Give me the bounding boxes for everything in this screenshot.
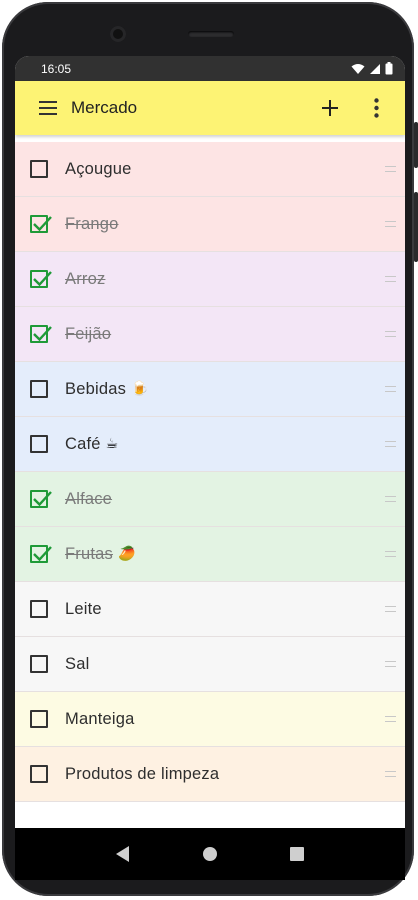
drag-handle-icon[interactable]: [385, 551, 396, 557]
checkbox-unchecked[interactable]: [30, 655, 48, 673]
checkbox-unchecked[interactable]: [30, 765, 48, 783]
list-item[interactable]: Frango: [15, 197, 405, 252]
item-emoji: 🥭: [117, 546, 136, 562]
drag-handle-icon[interactable]: [385, 771, 396, 777]
shopping-list: Açougue Frango Arroz Feijão Bebidas 🍺 Café ☕ Alf…: [15, 142, 405, 802]
drag-handle-icon[interactable]: [385, 166, 396, 172]
list-item[interactable]: Açougue: [15, 142, 405, 197]
signal-icon: [370, 63, 380, 74]
android-nav-bar: [15, 828, 405, 880]
list-item[interactable]: Produtos de limpeza: [15, 747, 405, 802]
wifi-icon: [351, 63, 365, 74]
more-vertical-icon[interactable]: [361, 93, 391, 123]
earpiece-speaker: [188, 31, 234, 37]
item-emoji: ☕: [105, 436, 119, 452]
drag-handle-icon[interactable]: [385, 661, 396, 667]
app-toolbar: Mercado: [15, 81, 405, 135]
drag-handle-icon[interactable]: [385, 606, 396, 612]
item-label: Frango: [65, 214, 119, 233]
power-button: [414, 192, 418, 262]
back-triangle-icon[interactable]: [116, 846, 130, 862]
list-title: Mercado: [71, 98, 138, 117]
checkbox-checked[interactable]: [30, 325, 52, 343]
item-emoji: 🍺: [131, 381, 149, 397]
checkbox-unchecked[interactable]: [30, 435, 48, 453]
list-item[interactable]: Sal: [15, 637, 405, 692]
checkmark-icon: [33, 271, 52, 287]
checkbox-checked[interactable]: [30, 215, 52, 233]
list-item[interactable]: Feijão: [15, 307, 405, 362]
list-item[interactable]: Café ☕: [15, 417, 405, 472]
item-label: Feijão: [65, 324, 112, 343]
list-item[interactable]: Bebidas 🍺: [15, 362, 405, 417]
checkbox-unchecked[interactable]: [30, 600, 48, 618]
checkmark-icon: [33, 326, 52, 342]
checkbox-unchecked[interactable]: [30, 160, 48, 178]
checkmark-icon: [33, 491, 52, 507]
hamburger-icon[interactable]: [33, 93, 63, 123]
status-icons: [351, 62, 393, 75]
item-label: Bebidas: [65, 379, 127, 398]
item-label: Sal: [65, 654, 90, 673]
status-time: 16:05: [41, 61, 72, 76]
checkmark-icon: [33, 216, 52, 232]
recents-square-icon[interactable]: [290, 847, 304, 861]
drag-handle-icon[interactable]: [385, 386, 396, 392]
checkbox-checked[interactable]: [30, 270, 52, 288]
drag-handle-icon[interactable]: [385, 441, 396, 447]
item-label: Manteiga: [65, 709, 135, 728]
list-item[interactable]: Arroz: [15, 252, 405, 307]
drag-handle-icon[interactable]: [385, 221, 396, 227]
checkbox-unchecked[interactable]: [30, 380, 48, 398]
battery-icon: [385, 62, 393, 75]
drag-handle-icon[interactable]: [385, 276, 396, 282]
item-label: Leite: [65, 599, 102, 618]
item-label: Frutas: [65, 544, 113, 563]
list-item[interactable]: Manteiga: [15, 692, 405, 747]
checkbox-checked[interactable]: [30, 490, 52, 508]
checkbox-unchecked[interactable]: [30, 710, 48, 728]
item-label: Café: [65, 434, 101, 453]
front-camera: [110, 26, 126, 42]
checkmark-icon: [33, 546, 52, 562]
app-screen: 16:05 Mercado Açougue Frango Arroz Feijão Be…: [15, 56, 405, 828]
item-label: Produtos de limpeza: [65, 764, 220, 783]
drag-handle-icon[interactable]: [385, 496, 396, 502]
item-label: Alface: [65, 489, 113, 508]
item-label: Arroz: [65, 269, 106, 288]
item-label: Açougue: [65, 159, 132, 178]
list-item[interactable]: Leite: [15, 582, 405, 637]
drag-handle-icon[interactable]: [385, 716, 396, 722]
list-item[interactable]: Alface: [15, 472, 405, 527]
status-bar: 16:05: [15, 56, 405, 81]
drag-handle-icon[interactable]: [385, 331, 396, 337]
checkbox-checked[interactable]: [30, 545, 52, 563]
plus-icon[interactable]: [315, 93, 345, 123]
volume-button: [414, 122, 418, 168]
list-item[interactable]: Frutas 🥭: [15, 527, 405, 582]
home-circle-icon[interactable]: [202, 846, 218, 862]
